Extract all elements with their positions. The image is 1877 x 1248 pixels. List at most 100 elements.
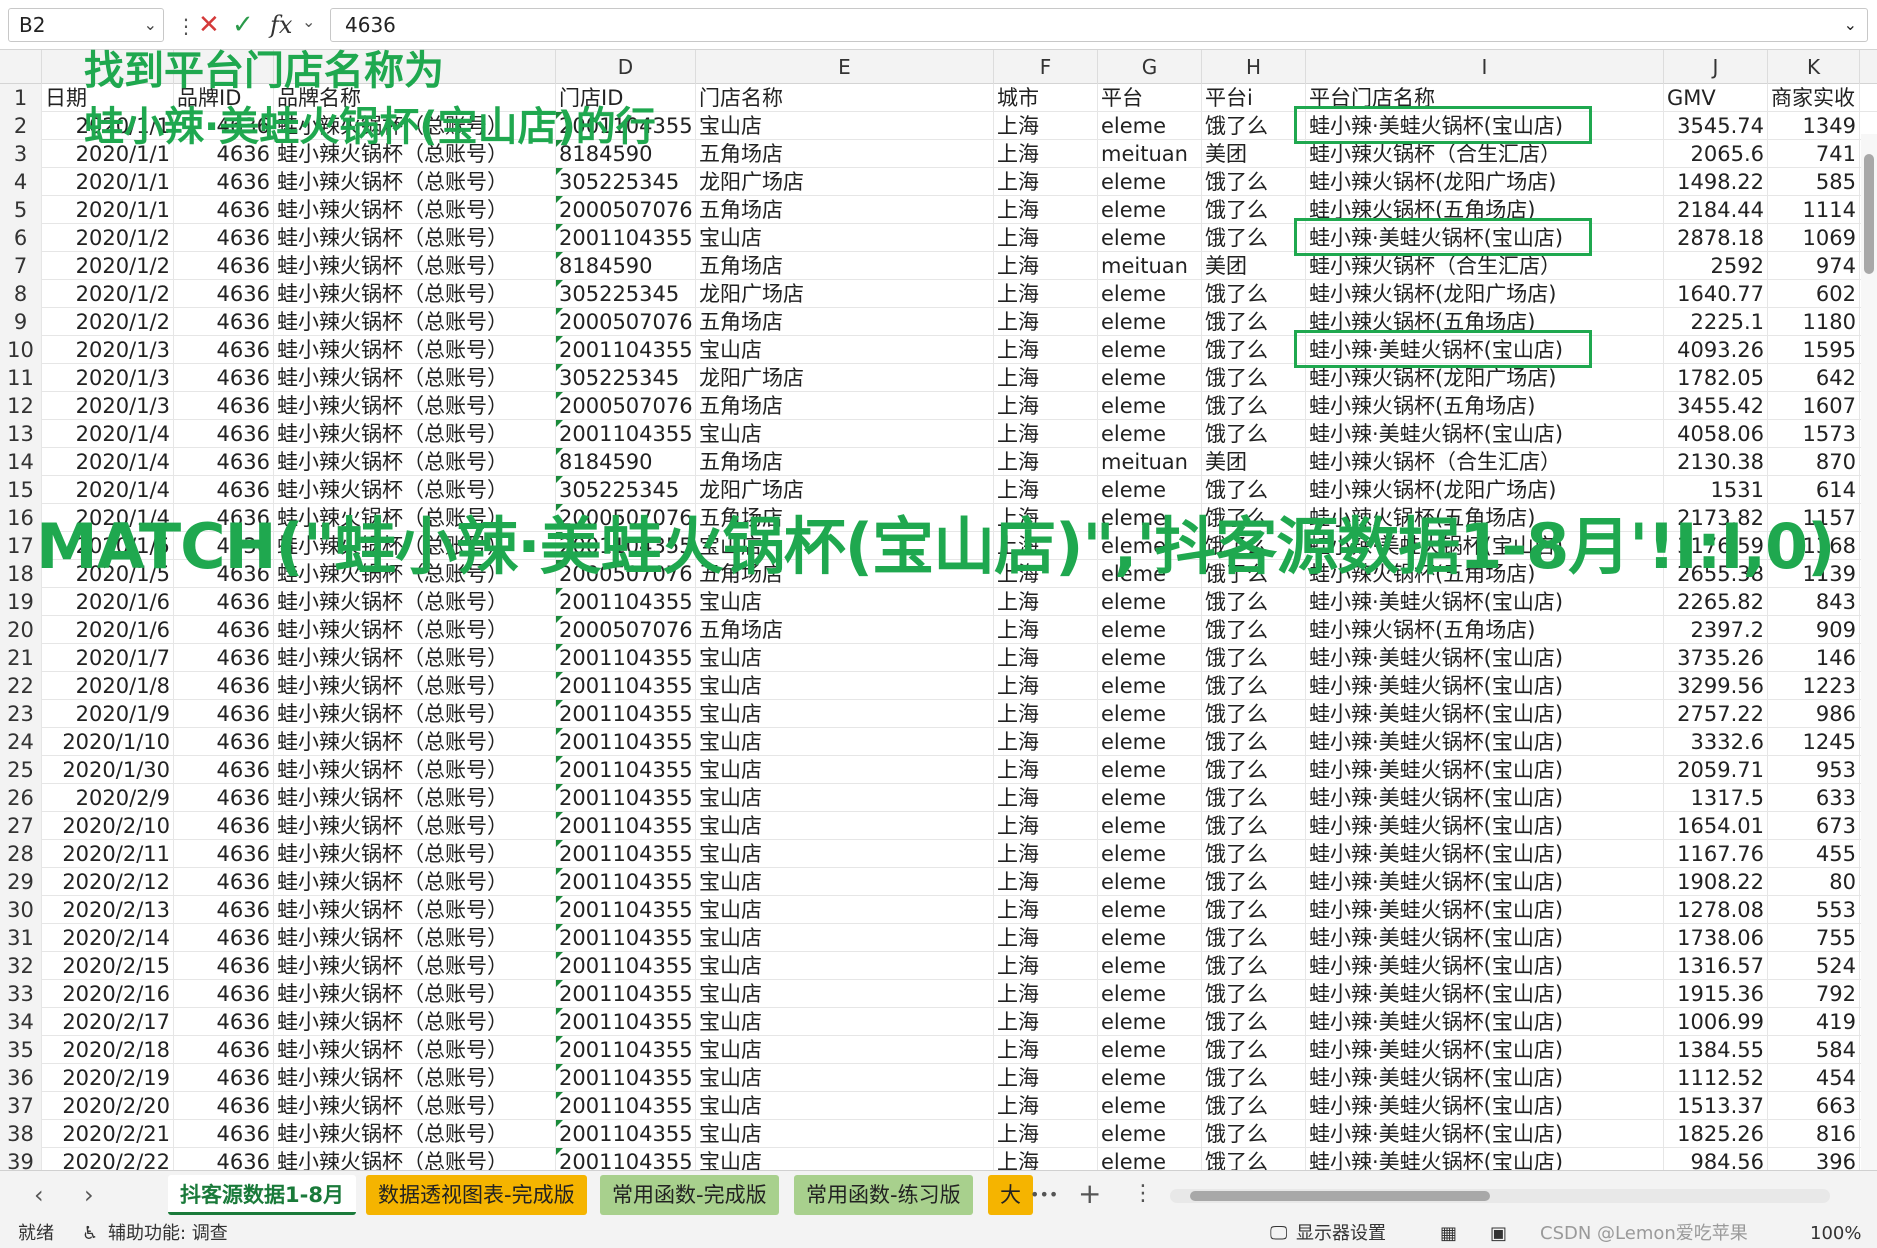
cell-platform_store[interactable]: 蛙小辣火锅杯(五角场店) [1306,196,1664,224]
cell-store_id[interactable]: 2001104355 [556,1008,696,1036]
cell-platform[interactable]: eleme [1098,336,1202,364]
cell-platform[interactable]: eleme [1098,1036,1202,1064]
cell-gmv[interactable]: GMV [1664,84,1768,112]
cell-platform_i[interactable]: 饿了么 [1202,700,1306,728]
cell-platform_store[interactable]: 蛙小辣·美蛙火锅杯(宝山店) [1306,1148,1664,1170]
cell-actual[interactable]: 843 [1768,588,1860,616]
cell-store_name[interactable]: 门店名称 [696,84,994,112]
cell-platform[interactable]: eleme [1098,812,1202,840]
cell-brand_id[interactable]: 4636 [174,924,274,952]
cell-gmv[interactable]: 1782.05 [1664,364,1768,392]
cell-store_id[interactable]: 305225345 [556,168,696,196]
cell-store_id[interactable]: 2001104355 [556,1092,696,1120]
cell-city[interactable]: 上海 [994,420,1098,448]
cell-platform_i[interactable]: 饿了么 [1202,336,1306,364]
cell-store_name[interactable]: 宝山店 [696,728,994,756]
cell-city[interactable]: 上海 [994,1036,1098,1064]
cell-store_id[interactable]: 2001104355 [556,728,696,756]
cell-city[interactable]: 上海 [994,1008,1098,1036]
cell-gmv[interactable]: 3455.42 [1664,392,1768,420]
cell-brand_id[interactable]: 4636 [174,980,274,1008]
cell-brand_name[interactable]: 蛙小辣火锅杯（总账号） [274,252,556,280]
cell-platform[interactable]: eleme [1098,1008,1202,1036]
cell-brand_name[interactable]: 蛙小辣火锅杯（总账号） [274,1036,556,1064]
display-settings[interactable]: 显示器设置 [1296,1220,1386,1248]
cell-platform[interactable]: meituan [1098,140,1202,168]
cell-brand_id[interactable]: 4636 [174,896,274,924]
row-number[interactable]: 29 [0,868,42,896]
cell-platform[interactable]: eleme [1098,392,1202,420]
cell-platform_store[interactable]: 蛙小辣·美蛙火锅杯(宝山店) [1306,980,1664,1008]
cell-gmv[interactable]: 4093.26 [1664,336,1768,364]
cell-actual[interactable]: 1114 [1768,196,1860,224]
cell-platform_i[interactable]: 饿了么 [1202,840,1306,868]
row-number[interactable]: 12 [0,392,42,420]
cell-store_name[interactable]: 宝山店 [696,952,994,980]
cancel-icon[interactable]: ✕ [198,8,220,42]
cell-gmv[interactable]: 1006.99 [1664,1008,1768,1036]
cell-platform_store[interactable]: 蛙小辣·美蛙火锅杯(宝山店) [1306,812,1664,840]
cell-platform[interactable]: eleme [1098,1148,1202,1170]
cell-store_name[interactable]: 宝山店 [696,1092,994,1120]
row-number[interactable]: 4 [0,168,42,196]
cell-actual[interactable]: 741 [1768,140,1860,168]
cell-gmv[interactable]: 1278.08 [1664,896,1768,924]
cell-gmv[interactable]: 1908.22 [1664,868,1768,896]
horizontal-scrollbar[interactable] [1170,1189,1830,1203]
cell-platform_store[interactable]: 蛙小辣火锅杯(五角场店) [1306,308,1664,336]
cell-actual[interactable]: 1245 [1768,728,1860,756]
cell-city[interactable]: 上海 [994,196,1098,224]
cell-platform[interactable]: eleme [1098,952,1202,980]
row-number[interactable]: 27 [0,812,42,840]
row-number[interactable]: 24 [0,728,42,756]
cell-platform[interactable]: eleme [1098,840,1202,868]
chevron-down-icon[interactable]: ⌄ [302,12,315,31]
cell-brand_name[interactable]: 蛙小辣火锅杯（总账号） [274,196,556,224]
accessibility-icon[interactable]: ♿ [82,1220,98,1248]
cell-brand_id[interactable]: 4636 [174,1008,274,1036]
cell-store_id[interactable]: 2001104355 [556,924,696,952]
cell-date[interactable]: 2020/1/3 [42,364,174,392]
cell-date[interactable]: 2020/2/15 [42,952,174,980]
cell-city[interactable]: 上海 [994,224,1098,252]
add-sheet-icon[interactable]: + [1078,1177,1101,1210]
cell-date[interactable]: 2020/1/2 [42,308,174,336]
cell-brand_id[interactable]: 4636 [174,784,274,812]
cell-brand_name[interactable]: 蛙小辣火锅杯（总账号） [274,420,556,448]
cell-store_id[interactable]: 2001104355 [556,756,696,784]
cell-brand_name[interactable]: 蛙小辣火锅杯（总账号） [274,840,556,868]
cell-store_name[interactable]: 宝山店 [696,868,994,896]
cell-date[interactable]: 2020/1/30 [42,756,174,784]
cell-platform[interactable]: eleme [1098,364,1202,392]
cell-brand_id[interactable]: 4636 [174,672,274,700]
cell-actual[interactable]: 1180 [1768,308,1860,336]
row-number[interactable]: 9 [0,308,42,336]
cell-city[interactable]: 上海 [994,364,1098,392]
cell-brand_id[interactable]: 4636 [174,448,274,476]
cell-gmv[interactable]: 2225.1 [1664,308,1768,336]
cell-platform[interactable]: eleme [1098,168,1202,196]
cell-store_id[interactable]: 2001104355 [556,784,696,812]
cell-store_name[interactable]: 宝山店 [696,1036,994,1064]
cell-date[interactable]: 2020/1/3 [42,392,174,420]
cell-date[interactable]: 2020/2/12 [42,868,174,896]
cell-platform_store[interactable]: 蛙小辣·美蛙火锅杯(宝山店) [1306,1008,1664,1036]
vertical-scrollbar[interactable] [1861,134,1877,1170]
cell-platform_i[interactable]: 饿了么 [1202,616,1306,644]
cell-gmv[interactable]: 1513.37 [1664,1092,1768,1120]
cell-platform_i[interactable]: 美团 [1202,252,1306,280]
cell-platform_i[interactable]: 饿了么 [1202,1036,1306,1064]
cell-brand_name[interactable]: 蛙小辣火锅杯（总账号） [274,1008,556,1036]
cell-platform_store[interactable]: 蛙小辣火锅杯（合生汇店） [1306,448,1664,476]
cell-store_id[interactable]: 2001104355 [556,420,696,448]
more-tabs-icon[interactable]: ••• [1030,1185,1058,1204]
cell-gmv[interactable]: 1654.01 [1664,812,1768,840]
cell-platform[interactable]: eleme [1098,420,1202,448]
cell-actual[interactable]: 792 [1768,980,1860,1008]
sheet-tab[interactable]: 常用函数-完成版 [600,1175,779,1215]
cell-store_id[interactable]: 2000507076 [556,196,696,224]
row-number[interactable]: 36 [0,1064,42,1092]
cell-brand_name[interactable]: 蛙小辣火锅杯（总账号） [274,812,556,840]
row-number[interactable]: 7 [0,252,42,280]
cell-brand_name[interactable]: 蛙小辣火锅杯（总账号） [274,616,556,644]
